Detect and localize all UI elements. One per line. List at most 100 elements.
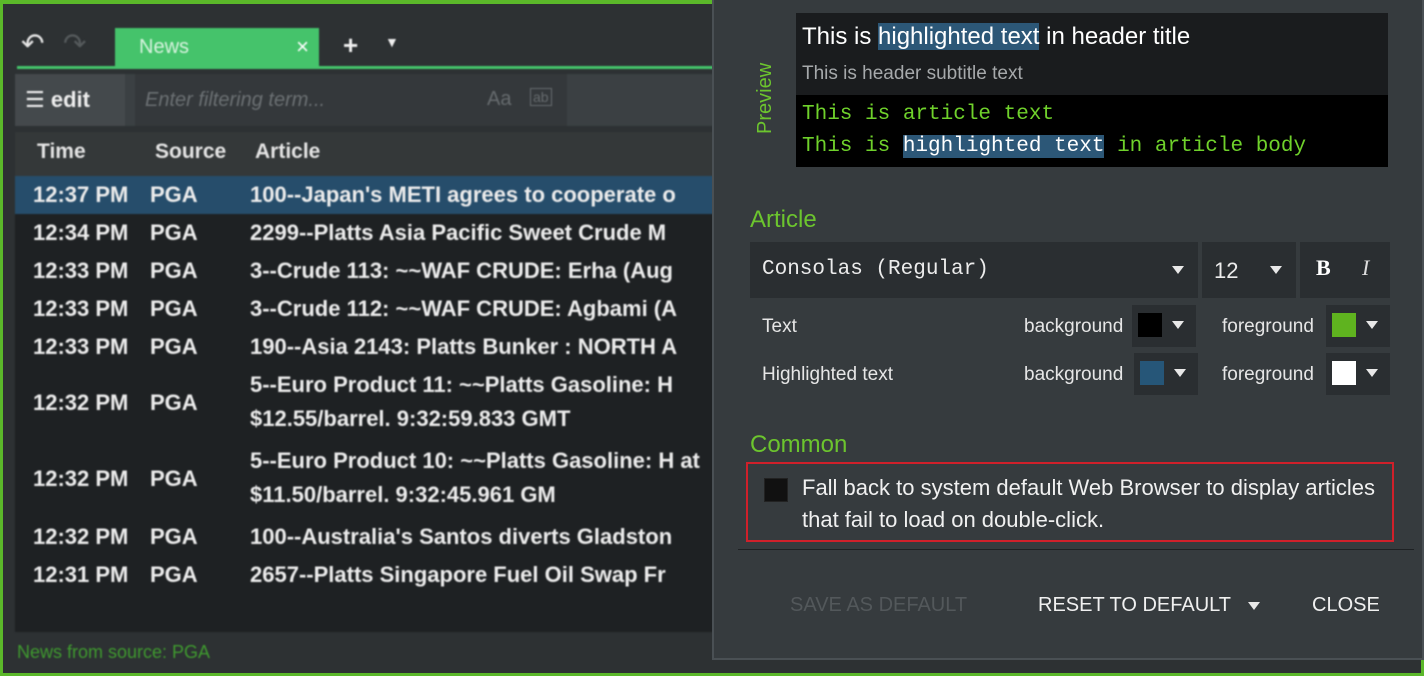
fallback-label[interactable]: Fall back to system default Web Browser … (802, 472, 1382, 536)
filter-toolbar: ☰ edit Aa ab (15, 74, 717, 126)
highlight-foreground-color-picker[interactable] (1326, 353, 1390, 395)
preview-body-line: This is article text (802, 103, 1055, 126)
table-row[interactable]: 12:31 PM PGA 2657--Platts Singapore Fuel O… (15, 556, 717, 594)
grid-header: Time Source Article (15, 132, 717, 176)
fallback-checkbox[interactable] (764, 478, 788, 502)
grid-rows: 12:37 PM PGA 100--Japan's METI agrees to c… (15, 176, 717, 594)
cell-time: 12:34 PM (33, 220, 129, 245)
style-settings-dialog: Preview This is highlighted text in head… (712, 0, 1424, 660)
chevron-down-icon[interactable] (1248, 602, 1260, 610)
tab-news[interactable]: News × (115, 28, 319, 66)
cell-time: 12:37 PM (33, 182, 129, 207)
italic-toggle[interactable]: I (1362, 255, 1369, 281)
color-swatch (1138, 313, 1162, 337)
font-family-value: Consolas (Regular) (762, 258, 989, 281)
edit-label: edit (50, 87, 90, 112)
color-swatch (1332, 313, 1356, 337)
cell-time: 12:32 PM (33, 466, 129, 491)
close-button[interactable]: CLOSE (1312, 594, 1380, 617)
cell-source: PGA (150, 296, 198, 321)
menu-icon: ☰ (25, 87, 45, 112)
cell-source: PGA (150, 390, 198, 415)
cell-time: 12:33 PM (33, 334, 129, 359)
table-row[interactable]: 12:37 PM PGA 100--Japan's METI agrees to c… (15, 176, 717, 214)
column-header-time[interactable]: Time (37, 140, 86, 164)
highlight-foreground-label: foreground (1222, 364, 1314, 385)
cell-source: PGA (150, 562, 198, 587)
text-foreground-label: foreground (1222, 316, 1314, 337)
match-word-icon[interactable]: ab (530, 88, 552, 106)
bold-toggle[interactable]: B (1316, 255, 1331, 281)
table-row[interactable]: 12:32 PM PGA 100--Australia's Santos diver… (15, 518, 717, 556)
chevron-down-icon (1172, 321, 1184, 329)
preview-label: Preview (754, 62, 776, 134)
add-tab-icon[interactable]: + (343, 30, 358, 61)
status-bar: News from source: PGA (17, 642, 211, 662)
cell-article: 100--Australia's Santos diverts Gladston (250, 524, 673, 549)
preview-body-line-highlighted: This is highlighted text in article body (802, 135, 1307, 158)
highlight-background-label: background (1024, 364, 1124, 385)
cell-time: 12:33 PM (33, 296, 129, 321)
column-header-article[interactable]: Article (255, 140, 320, 164)
chevron-down-icon (1174, 369, 1186, 377)
table-row[interactable]: 12:33 PM PGA 190--Asia 2143: Platts Bunker… (15, 328, 717, 366)
table-row[interactable]: 12:32 PM PGA 5--Euro Product 10: ~~Platts … (15, 442, 717, 518)
news-grid: Time Source Article 12:37 PM PGA 100--Japa… (15, 132, 717, 632)
fallback-option: Fall back to system default Web Browser … (746, 462, 1394, 542)
text-row-label: Text (762, 316, 797, 337)
table-row[interactable]: 12:34 PM PGA 2299--Platts Asia Pacific Swe… (15, 214, 717, 252)
footer-divider (738, 549, 1414, 550)
font-style-toggles: B I (1300, 242, 1390, 298)
save-as-default-button[interactable]: SAVE AS DEFAULT (790, 594, 967, 617)
tab-news-label: News (139, 36, 190, 58)
cell-time: 12:33 PM (33, 258, 129, 283)
cell-source: PGA (150, 182, 198, 207)
chevron-down-icon (1172, 266, 1184, 274)
cell-article: 100--Japan's METI agrees to cooperate o (250, 182, 676, 207)
back-arrow-icon[interactable]: ↶ (21, 30, 44, 58)
table-row[interactable]: 12:33 PM PGA 3--Crude 113: ~~WAF CRUDE: Er… (15, 252, 717, 290)
chevron-down-icon (1366, 369, 1378, 377)
preview-title-highlight: highlighted text (878, 23, 1040, 50)
preview-header: This is highlighted text in header title… (796, 13, 1388, 95)
section-title-article: Article (750, 206, 817, 233)
match-case-icon[interactable]: Aa (487, 88, 511, 111)
preview-body-highlight: highlighted text (902, 135, 1105, 158)
chevron-down-icon (1270, 266, 1282, 274)
cell-article: 3--Crude 113: ~~WAF CRUDE: Erha (Aug GMT (250, 258, 673, 283)
cell-source: PGA (150, 258, 198, 283)
text-background-color-picker[interactable] (1132, 305, 1196, 347)
close-icon[interactable]: × (296, 34, 309, 60)
edit-button[interactable]: ☰ edit (15, 74, 125, 126)
preview-subtitle: This is header subtitle text (802, 63, 1023, 84)
highlight-background-color-picker[interactable] (1134, 353, 1198, 395)
cell-source: PGA (150, 524, 198, 549)
font-size-select[interactable]: 12 (1202, 242, 1296, 298)
cell-source: PGA (150, 334, 198, 359)
section-title-common: Common (750, 431, 848, 458)
font-family-select[interactable]: Consolas (Regular) (750, 242, 1198, 298)
forward-arrow-icon[interactable]: ↷ (63, 30, 86, 58)
text-background-label: background (1024, 316, 1124, 337)
cell-article: 3--Crude 112: ~~WAF CRUDE: Agbami (A (250, 296, 678, 321)
text-foreground-color-picker[interactable] (1326, 305, 1390, 347)
cell-article: 190--Asia 2143: Platts Bunker : NORTH A (250, 334, 678, 359)
color-swatch (1332, 361, 1356, 385)
cell-article: 2299--Platts Asia Pacific Sweet Crude M (250, 220, 667, 245)
tab-underline (17, 66, 717, 69)
preview-title: This is highlighted text in header title (802, 23, 1191, 50)
highlight-row-label: Highlighted text (762, 364, 893, 385)
cell-time: 12:32 PM (33, 390, 129, 415)
cell-time: 12:31 PM (33, 562, 129, 587)
chevron-down-icon[interactable]: ▼ (385, 34, 399, 50)
color-swatch (1140, 361, 1164, 385)
column-header-source[interactable]: Source (155, 140, 226, 164)
cell-article: 2657--Platts Singapore Fuel Oil Swap Fr (250, 562, 666, 587)
cell-source: PGA (150, 220, 198, 245)
cell-article: 5--Euro Product 10: ~~Platts Gasoline: H… (250, 448, 700, 507)
table-row[interactable]: 12:33 PM PGA 3--Crude 112: ~~WAF CRUDE: Ag… (15, 290, 717, 328)
reset-to-default-button[interactable]: RESET TO DEFAULT (1038, 594, 1231, 617)
chevron-down-icon (1366, 321, 1378, 329)
font-size-value: 12 (1214, 258, 1239, 283)
table-row[interactable]: 12:32 PM PGA 5--Euro Product 11: ~~Platts … (15, 366, 717, 442)
